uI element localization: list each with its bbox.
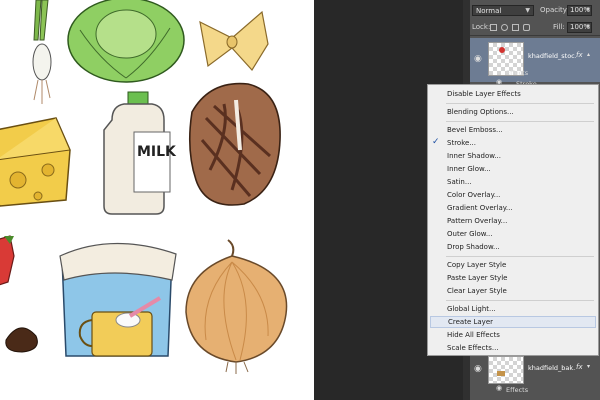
menu-item-scale-effects[interactable]: Scale Effects... bbox=[447, 342, 597, 354]
menu-item-copy-layer-style[interactable]: Copy Layer Style bbox=[447, 259, 597, 271]
fill-field[interactable]: 100% ▼ bbox=[567, 22, 592, 33]
menu-item-blending-options[interactable]: Blending Options... bbox=[447, 106, 597, 118]
green-onion-illustration bbox=[32, 0, 52, 104]
chevron-down-icon: ▼ bbox=[586, 7, 590, 13]
checkmark-icon: ✓ bbox=[432, 137, 440, 147]
chevron-down-icon: ▼ bbox=[586, 24, 590, 30]
menu-item-satin[interactable]: Satin... bbox=[447, 176, 597, 188]
chevron-down-icon: ▼ bbox=[525, 7, 530, 14]
menu-item-inner-glow[interactable]: Inner Glow... bbox=[447, 163, 597, 175]
lock-image-icon[interactable] bbox=[501, 24, 508, 31]
menu-item-bevel-emboss[interactable]: Bevel Emboss... bbox=[447, 124, 597, 136]
effects-label: Effects bbox=[506, 69, 529, 77]
menu-item-clear-layer-style[interactable]: Clear Layer Style bbox=[447, 285, 597, 297]
layer-effects-context-menu: Disable Layer Effects Blending Options..… bbox=[427, 84, 599, 356]
menu-item-color-overlay[interactable]: Color Overlay... bbox=[447, 189, 597, 201]
opacity-field[interactable]: 100% ▼ bbox=[567, 5, 592, 16]
effects-label: Effects bbox=[506, 386, 529, 394]
eye-icon[interactable]: ◉ bbox=[496, 384, 502, 392]
fx-icon[interactable]: fx bbox=[576, 363, 583, 371]
blend-mode-value: Normal bbox=[476, 7, 502, 15]
menu-item-create-layer[interactable]: Create Layer bbox=[430, 316, 596, 328]
cabbage-illustration bbox=[67, 0, 185, 83]
milk-jug-illustration: MILK bbox=[103, 91, 177, 215]
menu-separator bbox=[446, 121, 594, 122]
lock-label: Lock: bbox=[472, 23, 491, 31]
cup-of-dough-illustration bbox=[59, 242, 177, 357]
layer-name[interactable]: khadfield_stoc... bbox=[528, 52, 576, 60]
lock-transparent-icon[interactable] bbox=[490, 24, 497, 31]
blend-mode-select[interactable]: Normal ▼ bbox=[472, 5, 534, 16]
fill-label: Fill: bbox=[553, 23, 565, 31]
chevron-down-icon[interactable]: ▾ bbox=[587, 363, 590, 370]
milk-label-text: MILK bbox=[137, 144, 177, 160]
menu-item-stroke[interactable]: Stroke... bbox=[447, 137, 597, 149]
menu-item-inner-shadow[interactable]: Inner Shadow... bbox=[447, 150, 597, 162]
menu-item-global-light[interactable]: Global Light... bbox=[447, 303, 597, 315]
food-illustrations: MILK bbox=[0, 0, 288, 374]
steak-illustration bbox=[188, 82, 281, 206]
menu-separator bbox=[446, 103, 594, 104]
menu-separator bbox=[446, 256, 594, 257]
lock-position-icon[interactable] bbox=[512, 24, 519, 31]
strawberry-illustration bbox=[0, 235, 15, 286]
opacity-label: Opacity: bbox=[540, 6, 569, 14]
farfalle-pasta-illustration bbox=[199, 10, 269, 71]
onion-illustration bbox=[185, 239, 288, 374]
layer-row-bak[interactable]: ◉ khadfield_bak... fx ▾ bbox=[470, 354, 600, 386]
lock-all-icon[interactable] bbox=[523, 24, 530, 31]
layer-thumbnail bbox=[488, 356, 524, 384]
eye-icon[interactable]: ◉ bbox=[474, 54, 482, 64]
layer-row-stock[interactable]: ◉ khadfield_stoc... fx ▴ bbox=[470, 38, 600, 82]
menu-item-outer-glow[interactable]: Outer Glow... bbox=[447, 228, 597, 240]
layer-name[interactable]: khadfield_bak... bbox=[528, 364, 576, 372]
menu-separator bbox=[446, 300, 594, 301]
menu-item-drop-shadow[interactable]: Drop Shadow... bbox=[447, 241, 597, 253]
chevron-down-icon[interactable]: ▴ bbox=[587, 51, 590, 58]
menu-item-hide-all-effects[interactable]: Hide All Effects bbox=[447, 329, 597, 341]
eye-icon[interactable]: ◉ bbox=[474, 364, 482, 374]
cheese-illustration bbox=[0, 117, 71, 207]
menu-item-disable-layer-effects[interactable]: Disable Layer Effects bbox=[447, 88, 597, 100]
document-canvas[interactable]: MILK bbox=[0, 0, 314, 400]
chestnut-illustration bbox=[5, 327, 38, 353]
fx-icon[interactable]: fx bbox=[576, 51, 583, 59]
menu-item-gradient-overlay[interactable]: Gradient Overlay... bbox=[447, 202, 597, 214]
menu-item-pattern-overlay[interactable]: Pattern Overlay... bbox=[447, 215, 597, 227]
menu-item-paste-layer-style[interactable]: Paste Layer Style bbox=[447, 272, 597, 284]
